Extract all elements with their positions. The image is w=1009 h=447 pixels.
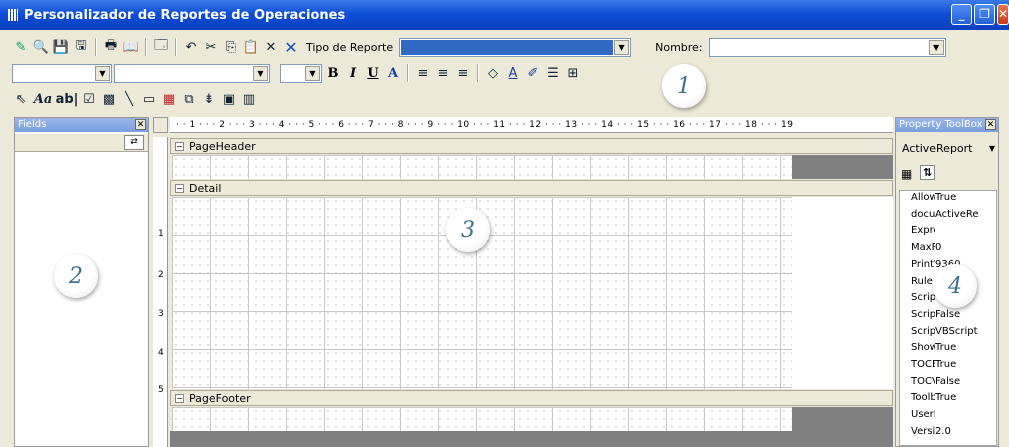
vertical-ruler: 1 2 3 4 5	[153, 137, 168, 447]
collapse-icon[interactable]: −	[175, 141, 184, 151]
cut-icon[interactable]: ✂	[202, 38, 220, 56]
property-row[interactable]: Show#True	[911, 342, 989, 353]
print-icon[interactable]: 🖶	[102, 38, 120, 56]
collapse-icon[interactable]: −	[175, 393, 184, 403]
page-footer-label: PageFooter	[189, 391, 251, 405]
restore-button[interactable]: ❐	[974, 4, 995, 25]
property-row[interactable]: TOCViFalse	[911, 376, 989, 387]
chevron-down-icon[interactable]: ▼	[989, 139, 995, 159]
categorized-icon[interactable]: ▦	[901, 167, 912, 181]
properties-icon[interactable]: 🗔	[152, 38, 170, 56]
ole-tool-icon[interactable]: ▣	[220, 90, 238, 108]
property-row[interactable]: AllowSTrue	[911, 192, 989, 203]
property-row[interactable]: ToolbaTrue	[911, 392, 989, 403]
detail-label: Detail	[189, 181, 222, 195]
refresh-fields-icon[interactable]: ⇄	[124, 135, 144, 150]
chart-tool-icon[interactable]: ▦	[160, 90, 178, 108]
chevron-down-icon[interactable]: ▼	[928, 39, 944, 55]
page-header-label: PageHeader	[189, 139, 256, 153]
line-style-icon[interactable]: ☰	[544, 64, 562, 82]
detail-section[interactable]: − Detail	[170, 180, 893, 196]
tipo-reporte-select[interactable]: ▼	[399, 37, 632, 57]
nombre-select[interactable]: ▼	[708, 37, 946, 57]
label-tool-icon[interactable]: Aa	[32, 90, 54, 108]
property-toolbox-header: Property ToolBox ✕	[896, 118, 998, 132]
property-row[interactable]: ScriptFalse	[911, 309, 989, 320]
underline-button[interactable]: U	[364, 66, 382, 81]
callout-1: 1	[662, 64, 706, 108]
collapse-icon[interactable]: −	[175, 183, 184, 193]
align-center-icon[interactable]: ≡	[434, 64, 452, 82]
line-tool-icon[interactable]: ╲	[120, 90, 138, 108]
design-icon[interactable]: ✎	[12, 38, 30, 56]
barcode-tool-icon[interactable]: ▥	[240, 90, 258, 108]
page-header-grid[interactable]	[172, 155, 792, 179]
property-toolbox-title: Property ToolBox	[899, 119, 983, 130]
property-row[interactable]: TOCErTrue	[911, 359, 989, 370]
callout-4: 4	[933, 264, 977, 308]
window-title-bar: Personalizador de Reportes de Operacione…	[0, 0, 1009, 30]
toolbox-toolbar: ⇖ Aa ab| ☑ ▩ ╲ ▭ ▦ ⧉ ⇟ ▣ ▥	[0, 88, 300, 110]
object-select[interactable]: ActiveReport ▼	[899, 139, 997, 159]
close-icon[interactable]: ✕	[985, 119, 996, 130]
page-header-section[interactable]: − PageHeader	[170, 138, 893, 154]
close-icon[interactable]: ✕	[135, 119, 146, 130]
align-right-icon[interactable]: ≡	[454, 64, 472, 82]
shape-tool-icon[interactable]: ▭	[140, 90, 158, 108]
save-as-icon[interactable]: 🖫	[72, 38, 90, 56]
paste-icon[interactable]: 📋	[242, 38, 260, 56]
pagebreak-tool-icon[interactable]: ⇟	[200, 90, 218, 108]
format-toolbar: ▼ ▼ ▼ B I U A ≡ ≡ ≡ ◇ A ✐ ☰ ⊞	[0, 62, 700, 84]
main-toolbar: ✎ 🔍 💾 🖫 🖶 📖 🗔 ↶ ✂ ⎘ 📋 ✕ ✕ Tipo de Report…	[0, 36, 1009, 58]
border-icon[interactable]: ⊞	[564, 64, 582, 82]
line-color-icon[interactable]: ✐	[524, 64, 542, 82]
callout-3: 3	[446, 208, 490, 252]
app-icon	[8, 9, 18, 21]
text-color-icon[interactable]: A	[504, 64, 522, 82]
align-left-icon[interactable]: ≡	[414, 64, 432, 82]
fill-color-icon[interactable]: ◇	[484, 64, 502, 82]
save-icon[interactable]: 💾	[52, 38, 70, 56]
page-footer-section[interactable]: − PageFooter	[170, 390, 893, 406]
property-row[interactable]: Versio2.0	[911, 426, 989, 437]
callout-2: 2	[54, 254, 98, 298]
fields-panel-header: Fields ✕	[15, 118, 148, 132]
window-title: Personalizador de Reportes de Operacione…	[24, 7, 346, 23]
property-row[interactable]: Expre	[911, 225, 989, 236]
pointer-icon[interactable]: ⇖	[12, 90, 30, 108]
ruler-corner	[153, 117, 168, 133]
horizontal-ruler: · · 1 · · · 2 · · · 3 · · · 4 · · · 5 · …	[170, 117, 893, 133]
delete-all-icon[interactable]: ✕	[282, 38, 300, 57]
checkbox-tool-icon[interactable]: ☑	[80, 90, 98, 108]
book-icon[interactable]: 📖	[122, 38, 140, 56]
font-color-button[interactable]: A	[384, 66, 402, 81]
tipo-reporte-label: Tipo de Reporte	[306, 40, 394, 54]
bold-button[interactable]: B	[324, 66, 342, 81]
property-row[interactable]: documActiveRe	[911, 209, 989, 220]
property-row[interactable]: ScriptVBScript	[911, 326, 989, 337]
fields-panel-title: Fields	[18, 119, 47, 130]
copy-icon[interactable]: ⎘	[222, 38, 240, 56]
property-row[interactable]: MaxPa0	[911, 242, 989, 253]
font-select[interactable]: ▼	[114, 63, 270, 83]
subreport-tool-icon[interactable]: ⧉	[180, 90, 198, 108]
chevron-down-icon[interactable]: ▼	[614, 39, 630, 55]
textbox-tool-icon[interactable]: ab|	[56, 90, 79, 108]
undo-icon[interactable]: ↶	[182, 38, 200, 56]
nombre-label: Nombre:	[655, 40, 703, 54]
minimize-button[interactable]: _	[951, 4, 972, 25]
font-size-select[interactable]: ▼	[280, 63, 322, 83]
property-row[interactable]: UserD	[911, 409, 989, 420]
italic-button[interactable]: I	[344, 66, 362, 81]
close-button[interactable]: ✕	[997, 4, 1009, 25]
picture-tool-icon[interactable]: ▩	[100, 90, 118, 108]
page-footer-grid[interactable]	[172, 407, 792, 431]
style-select[interactable]: ▼	[12, 63, 112, 83]
preview-icon[interactable]: 🔍	[32, 38, 50, 56]
sort-alpha-icon[interactable]: ⇅	[920, 165, 936, 180]
delete-icon[interactable]: ✕	[262, 38, 280, 56]
